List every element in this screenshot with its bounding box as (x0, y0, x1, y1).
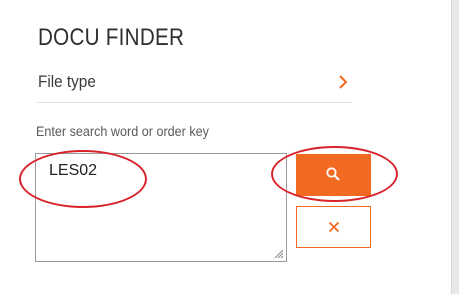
file-type-label: File type (38, 72, 96, 91)
page-title: DOCU FINDER (38, 24, 185, 51)
scrollbar[interactable] (451, 0, 459, 294)
search-button[interactable] (296, 154, 371, 196)
docu-finder-panel: DOCU FINDER File type Enter search word … (0, 0, 459, 294)
search-box: LES02 (35, 153, 287, 262)
search-input[interactable]: LES02 (36, 154, 286, 261)
file-type-selector[interactable]: File type (36, 66, 352, 103)
search-field-label: Enter search word or order key (36, 123, 209, 139)
clear-button[interactable] (296, 206, 371, 248)
resize-handle-icon[interactable] (272, 247, 284, 259)
search-icon (326, 167, 340, 181)
chevron-right-icon (339, 75, 348, 89)
close-icon (328, 221, 340, 233)
